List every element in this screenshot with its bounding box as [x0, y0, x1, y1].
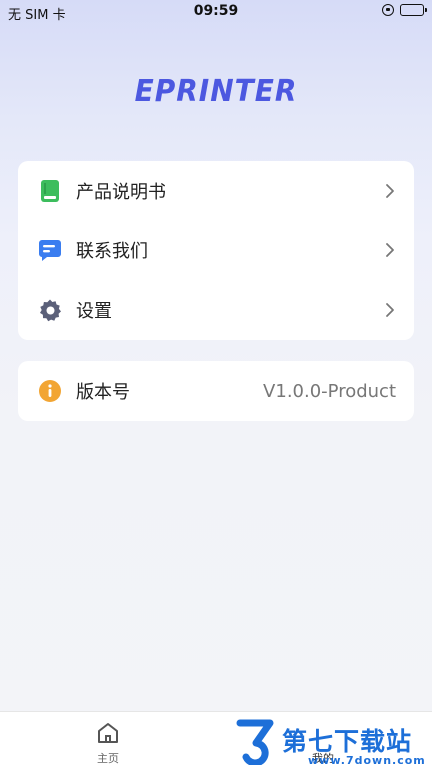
menu-item-settings[interactable]: 设置 — [18, 280, 414, 340]
menu-item-label: 设置 — [76, 300, 112, 322]
tab-home[interactable]: 主页 — [68, 720, 148, 766]
watermark-url: www.7down.com — [308, 754, 426, 767]
menu-item-label: 联系我们 — [76, 241, 148, 263]
version-label: 版本号 — [76, 382, 130, 403]
menu-card: 产品说明书 联系我们 设置 — [18, 161, 414, 340]
home-icon — [98, 723, 118, 743]
menu-item-contact[interactable]: 联系我们 — [18, 221, 414, 281]
watermark-logo-icon — [236, 719, 274, 765]
battery-icon — [400, 4, 427, 16]
chevron-right-icon — [386, 183, 394, 198]
version-card: 版本号 V1.0.0-Product — [18, 361, 414, 421]
info-icon — [38, 379, 62, 403]
watermark-text: 第七下载站 — [282, 727, 413, 756]
chevron-right-icon — [386, 243, 394, 258]
menu-item-label: 产品说明书 — [76, 181, 166, 203]
gear-icon — [38, 298, 62, 322]
chat-message-icon — [38, 238, 62, 262]
status-bar: 无 SIM 卡 09:59 — [0, 0, 432, 24]
version-value: V1.0.0-Product — [263, 380, 396, 402]
tab-home-label: 主页 — [97, 752, 119, 765]
version-row: 版本号 V1.0.0-Product — [18, 361, 414, 421]
chevron-right-icon — [386, 303, 394, 317]
status-indicators — [382, 4, 427, 16]
watermark: 第七下载站 www.7down.com — [236, 716, 432, 768]
app-logo: EPRINTER — [134, 72, 298, 109]
rotation-lock-icon — [382, 4, 394, 16]
status-time: 09:59 — [193, 3, 239, 19]
manual-book-icon — [38, 179, 62, 203]
menu-item-manual[interactable]: 产品说明书 — [18, 161, 414, 221]
